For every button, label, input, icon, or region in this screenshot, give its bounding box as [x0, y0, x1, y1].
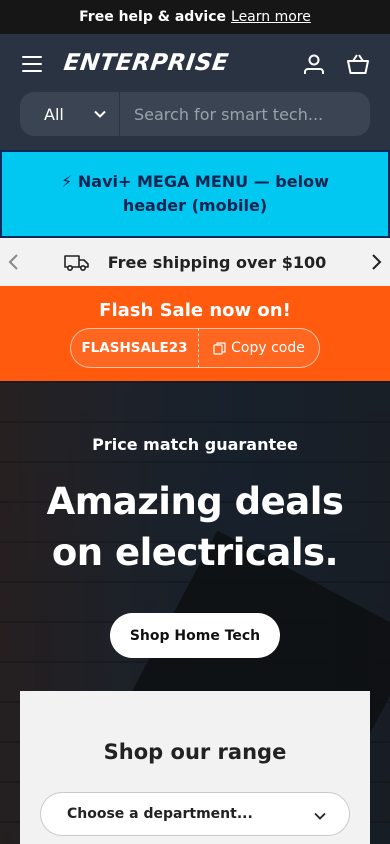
hero-headline: Amazing deals on electricals. [0, 476, 390, 578]
shipping-text: Free shipping over $100 [107, 252, 327, 272]
announcement-bar: Free help & advice Learn more [0, 0, 390, 34]
category-select-value: All [44, 104, 64, 124]
department-select-placeholder: Choose a department... [67, 806, 253, 822]
basket-icon[interactable] [346, 52, 370, 76]
mega-menu-text: ⚡ Navi+ MEGA MENU — below header (mobile… [61, 172, 329, 215]
shop-range-panel: Shop our range Choose a department... [20, 691, 370, 844]
search-bar: All [20, 92, 370, 136]
hero-headline-line1: Amazing deals [46, 480, 344, 523]
hero-banner: Price match guarantee Amazing deals on e… [0, 381, 390, 844]
truck-icon [63, 255, 89, 272]
department-select[interactable]: Choose a department... [40, 792, 350, 836]
shop-range-title: Shop our range [103, 740, 287, 764]
shop-home-tech-button[interactable]: Shop Home Tech [110, 613, 280, 658]
flash-sale-banner: Flash Sale now on! FLASHSALE23 Copy code [0, 286, 390, 381]
mega-menu-banner[interactable]: ⚡ Navi+ MEGA MENU — below header (mobile… [0, 150, 390, 238]
hero-headline-line2: on electricals. [51, 531, 339, 574]
user-icon[interactable] [302, 52, 326, 76]
copy-code-button[interactable]: Copy code [199, 340, 319, 356]
chevron-left-icon[interactable] [4, 252, 24, 272]
discount-code-box: FLASHSALE23 Copy code [70, 328, 320, 368]
learn-more-link[interactable]: Learn more [231, 9, 311, 25]
chevron-down-icon [94, 110, 106, 118]
chevron-right-icon[interactable] [366, 252, 386, 272]
hamburger-menu-icon[interactable] [22, 56, 42, 72]
search-input[interactable] [120, 92, 370, 136]
logo[interactable]: ENTERPRISE [62, 50, 230, 76]
copy-icon [213, 341, 226, 355]
chevron-down-icon [314, 812, 326, 820]
shipping-slider: Free shipping over $100 [0, 238, 390, 286]
site-header: ENTERPRISE All [0, 34, 390, 150]
flash-sale-title: Flash Sale now on! [99, 300, 291, 321]
discount-code: FLASHSALE23 [71, 328, 199, 368]
announcement-text: Free help & advice [79, 9, 227, 25]
copy-code-label: Copy code [231, 340, 305, 356]
hero-eyebrow: Price match guarantee [92, 435, 298, 454]
category-select[interactable]: All [20, 92, 120, 136]
